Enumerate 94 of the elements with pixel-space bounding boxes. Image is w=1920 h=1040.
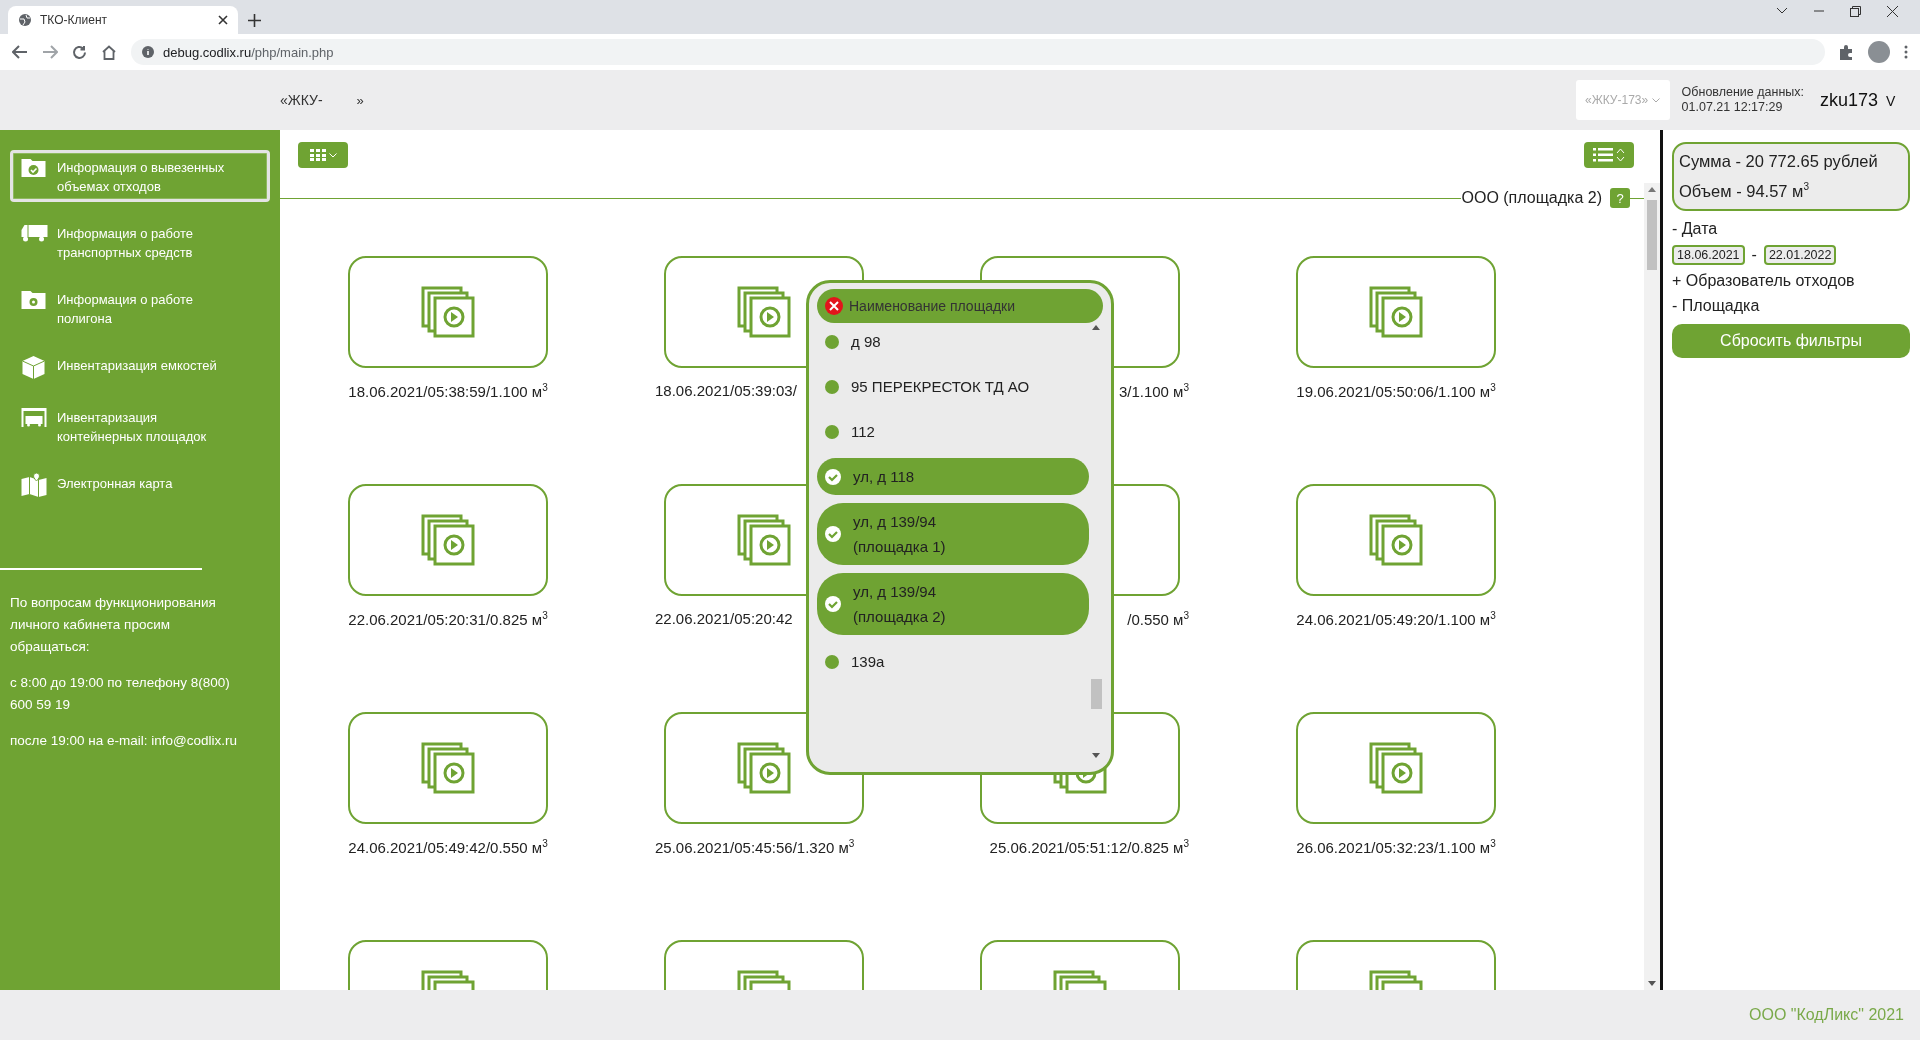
video-card[interactable] bbox=[348, 484, 548, 596]
video-caption: 26.06.2021/05:32:23/1.100 м$^{3}$ bbox=[1296, 839, 1496, 856]
video-stack-icon bbox=[421, 514, 475, 566]
site-option[interactable]: ул, д 118 bbox=[817, 458, 1089, 495]
date-separator: - bbox=[1751, 245, 1757, 264]
copyright-text: ООО "КодЛикс" 2021 bbox=[1749, 1006, 1904, 1024]
filter-group-toggle[interactable]: - Площадка bbox=[1672, 296, 1910, 315]
address-bar[interactable]: debug.codlix.ru/php/main.php bbox=[131, 39, 1825, 65]
total-sum: Сумма - 20 772.65 рублей bbox=[1679, 152, 1879, 171]
globe-icon bbox=[18, 13, 32, 27]
site-option[interactable]: 95 ПЕРЕКРЕСТОК ТД АО bbox=[817, 368, 1089, 405]
dot-icon bbox=[825, 379, 839, 394]
video-caption: 19.06.2021/05:50:06/1.100 м$^{3}$ bbox=[1296, 383, 1496, 400]
video-stack-icon bbox=[737, 286, 791, 338]
total-volume: Объем - 94.57 м$^{3}$ bbox=[1679, 181, 1810, 201]
info-icon[interactable] bbox=[141, 45, 155, 59]
check-icon bbox=[825, 596, 841, 612]
chevron-down-icon[interactable] bbox=[1776, 7, 1788, 15]
video-caption: 24.06.2021/05:49:42/0.550 м$^{3}$ bbox=[348, 839, 548, 856]
menu-icon[interactable] bbox=[1904, 45, 1908, 59]
contact-text: По вопросам функционирования личного кабинета просим обращаться: bbox=[10, 594, 217, 656]
scroll-up-icon[interactable] bbox=[1648, 187, 1656, 192]
update-label: Обновление данных: bbox=[1681, 85, 1804, 100]
site-title: ООО (площадка 2) bbox=[1461, 189, 1602, 207]
video-stack-icon bbox=[737, 514, 791, 566]
filter-group-toggle[interactable]: - Дата bbox=[1672, 219, 1910, 238]
video-caption: /0.550 м$^{3}$ bbox=[1127, 611, 1189, 628]
scroll-down-icon[interactable] bbox=[1648, 981, 1656, 986]
dot-icon bbox=[825, 654, 839, 669]
puzzle-icon[interactable] bbox=[1839, 44, 1854, 60]
grid-icon bbox=[309, 149, 326, 161]
tab-title: ТКО-Клиент bbox=[40, 13, 108, 27]
popup-title: Наименование площадки bbox=[849, 298, 1016, 314]
breadcrumb-link[interactable]: «ЖКУ- bbox=[280, 92, 323, 108]
video-stack-icon bbox=[421, 742, 475, 794]
video-stack-icon bbox=[1369, 286, 1423, 338]
video-stack-icon bbox=[737, 742, 791, 794]
forward-icon[interactable] bbox=[42, 45, 58, 59]
grid-view-button[interactable] bbox=[298, 142, 348, 168]
scrollbar-thumb[interactable] bbox=[1647, 200, 1657, 270]
site-option[interactable]: д 98 bbox=[817, 323, 1089, 360]
update-time: 01.07.21 12:17:29 bbox=[1681, 100, 1784, 115]
video-card[interactable] bbox=[348, 256, 548, 368]
video-caption: 24.06.2021/05:49:20/1.100 м$^{3}$ bbox=[1296, 611, 1496, 628]
reload-icon[interactable] bbox=[72, 44, 87, 60]
site-option[interactable]: ул, д 139/94 (площадка 2) bbox=[817, 573, 1089, 635]
video-caption: 22.06.2021/05:20:42 bbox=[655, 610, 793, 627]
date-field[interactable]: 22.01.2022 bbox=[1763, 244, 1837, 265]
map-icon bbox=[19, 472, 49, 498]
plus-icon[interactable] bbox=[248, 14, 261, 27]
scroll-down-icon[interactable] bbox=[1092, 753, 1100, 758]
video-caption: 18.06.2021/05:38:59/1.100 м$^{3}$ bbox=[348, 383, 548, 400]
avatar-icon[interactable] bbox=[1868, 41, 1890, 63]
site-option[interactable]: 112 bbox=[817, 413, 1089, 450]
video-caption: 25.06.2021/05:45:56/1.320 м$^{3}$ bbox=[655, 839, 855, 856]
restore-icon[interactable] bbox=[1850, 5, 1861, 17]
caret-icon bbox=[1652, 97, 1661, 103]
sort-icon bbox=[1616, 148, 1625, 162]
check-icon bbox=[825, 468, 841, 485]
site-option[interactable]: ул, д 139/94 (площадка 1) bbox=[817, 503, 1089, 565]
home-icon[interactable] bbox=[101, 44, 117, 60]
url-text: debug.codlix.ru/php/main.php bbox=[163, 44, 334, 60]
close-icon[interactable] bbox=[218, 15, 228, 25]
video-card[interactable] bbox=[1296, 484, 1496, 596]
filter-group-toggle[interactable]: + Образователь отходов bbox=[1672, 271, 1910, 290]
video-stack-icon bbox=[1369, 514, 1423, 566]
date-field[interactable]: 18.06.2021 bbox=[1672, 244, 1745, 265]
scroll-up-icon[interactable] bbox=[1092, 325, 1100, 330]
dot-icon bbox=[825, 424, 839, 439]
video-caption: 3/1.100 м$^{3}$ bbox=[1118, 383, 1189, 400]
video-caption: 25.06.2021/05:51:12/0.825 м$^{3}$ bbox=[989, 839, 1189, 856]
browser-tab[interactable]: ТКО-Клиент bbox=[8, 6, 238, 34]
video-caption: 18.06.2021/05:39:03/ bbox=[655, 382, 797, 399]
scrollbar-thumb[interactable] bbox=[1090, 679, 1102, 709]
contact-text: после 19:00 на e-mail: info@codlix.ru bbox=[10, 732, 238, 750]
list-icon bbox=[1593, 148, 1613, 162]
scrollbar[interactable] bbox=[1644, 183, 1660, 990]
dot-icon bbox=[825, 334, 839, 349]
video-card[interactable] bbox=[1296, 712, 1496, 824]
back-icon[interactable] bbox=[12, 45, 28, 59]
video-card[interactable] bbox=[1296, 256, 1496, 368]
check-icon bbox=[825, 526, 841, 542]
contact-text: с 8:00 до 19:00 по телефону 8(800) 600 59 19 bbox=[10, 674, 231, 714]
video-stack-icon bbox=[1369, 742, 1423, 794]
scrollbar[interactable] bbox=[1089, 323, 1103, 760]
video-stack-icon bbox=[421, 286, 475, 338]
site-option[interactable]: 139а bbox=[817, 643, 1089, 680]
video-card[interactable] bbox=[348, 712, 548, 824]
close-icon[interactable] bbox=[1887, 5, 1898, 17]
sort-button[interactable] bbox=[1584, 142, 1634, 168]
user-menu[interactable]: zku173 V bbox=[1820, 89, 1898, 111]
video-caption: 22.06.2021/05:20:31/0.825 м$^{3}$ bbox=[348, 611, 548, 628]
caret-icon bbox=[328, 152, 337, 158]
breadcrumb-link[interactable]: » bbox=[356, 92, 364, 108]
